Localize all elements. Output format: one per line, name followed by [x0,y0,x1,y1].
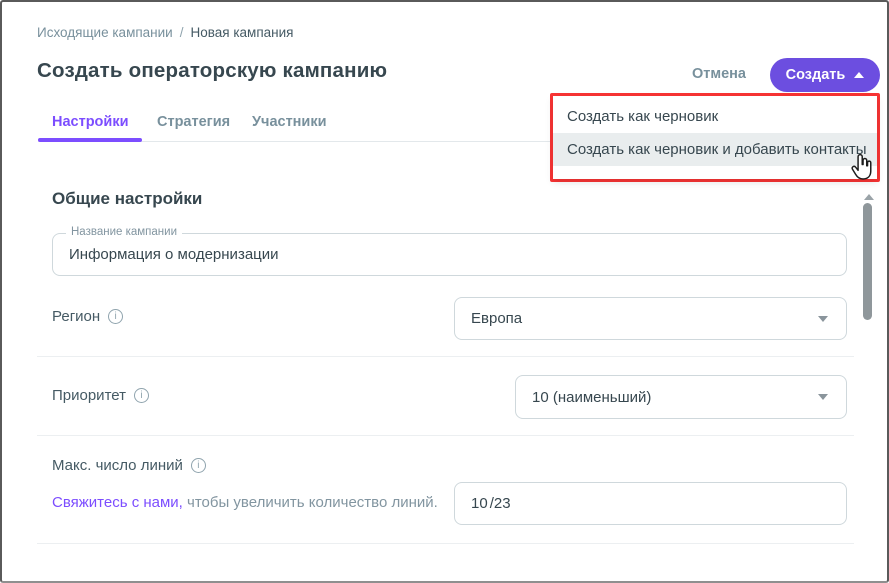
breadcrumb-separator: / [180,25,184,40]
chevron-down-icon [818,394,828,400]
priority-value: 10 (наименьший) [516,389,651,406]
region-select[interactable]: Европа [454,297,847,340]
max-lines-limit: /23 [488,495,511,512]
max-lines-note: Свяжитесь с нами, чтобы увеличить количе… [52,494,438,511]
annotation-red-box: Создать как черновик Создать как чернови… [550,93,880,182]
note-text: чтобы увеличить количество линий. [183,494,438,511]
max-lines-value: 10 [455,495,488,512]
page-title: Создать операторскую кампанию [37,59,387,83]
campaign-name-label: Название кампании [66,226,182,238]
region-value: Европа [455,310,522,327]
priority-select[interactable]: 10 (наименьший) [515,375,847,419]
section-title: Общие настройки [52,189,202,209]
max-lines-label: Макс. число линий [52,457,183,474]
chevron-down-icon [818,316,828,322]
tab-settings[interactable]: Настройки [52,114,129,130]
campaign-name-input[interactable]: Название кампании Информация о модерниза… [52,233,847,276]
breadcrumb-current: Новая кампания [190,25,293,40]
tab-participants[interactable]: Участники [252,114,327,130]
contact-us-link[interactable]: Свяжитесь с нами, [52,494,183,511]
max-lines-label-row: Макс. число линий i [52,457,206,474]
info-icon[interactable]: i [134,388,149,403]
region-label-row: Регион i [52,308,123,325]
create-dropdown-menu: Создать как черновик Создать как чернови… [553,96,877,179]
tab-strategy[interactable]: Стратегия [157,114,230,130]
breadcrumb: Исходящие кампании / Новая кампания [37,25,293,40]
info-icon[interactable]: i [108,309,123,324]
create-button[interactable]: Создать [770,58,880,92]
scrollbar-thumb[interactable] [863,203,872,320]
breadcrumb-parent[interactable]: Исходящие кампании [37,25,173,40]
active-tab-indicator [38,138,142,142]
max-lines-input[interactable]: 10 /23 [454,482,847,525]
campaign-name-value: Информация о модернизации [53,246,279,263]
priority-label: Приоритет [52,387,126,404]
menu-item-create-draft-add-contacts[interactable]: Создать как черновик и добавить контакты [553,133,877,166]
app-window: Исходящие кампании / Новая кампания Создат… [0,0,889,583]
chevron-up-icon [854,72,864,78]
menu-item-create-draft[interactable]: Создать как черновик [553,100,877,133]
row-divider [37,356,854,357]
info-icon[interactable]: i [191,458,206,473]
cancel-button[interactable]: Отмена [692,66,746,82]
region-label: Регион [52,308,100,325]
create-button-label: Создать [786,67,846,83]
row-divider [37,435,854,436]
row-divider [37,543,854,544]
priority-label-row: Приоритет i [52,387,149,404]
scrollbar-up-arrow[interactable] [864,194,874,200]
